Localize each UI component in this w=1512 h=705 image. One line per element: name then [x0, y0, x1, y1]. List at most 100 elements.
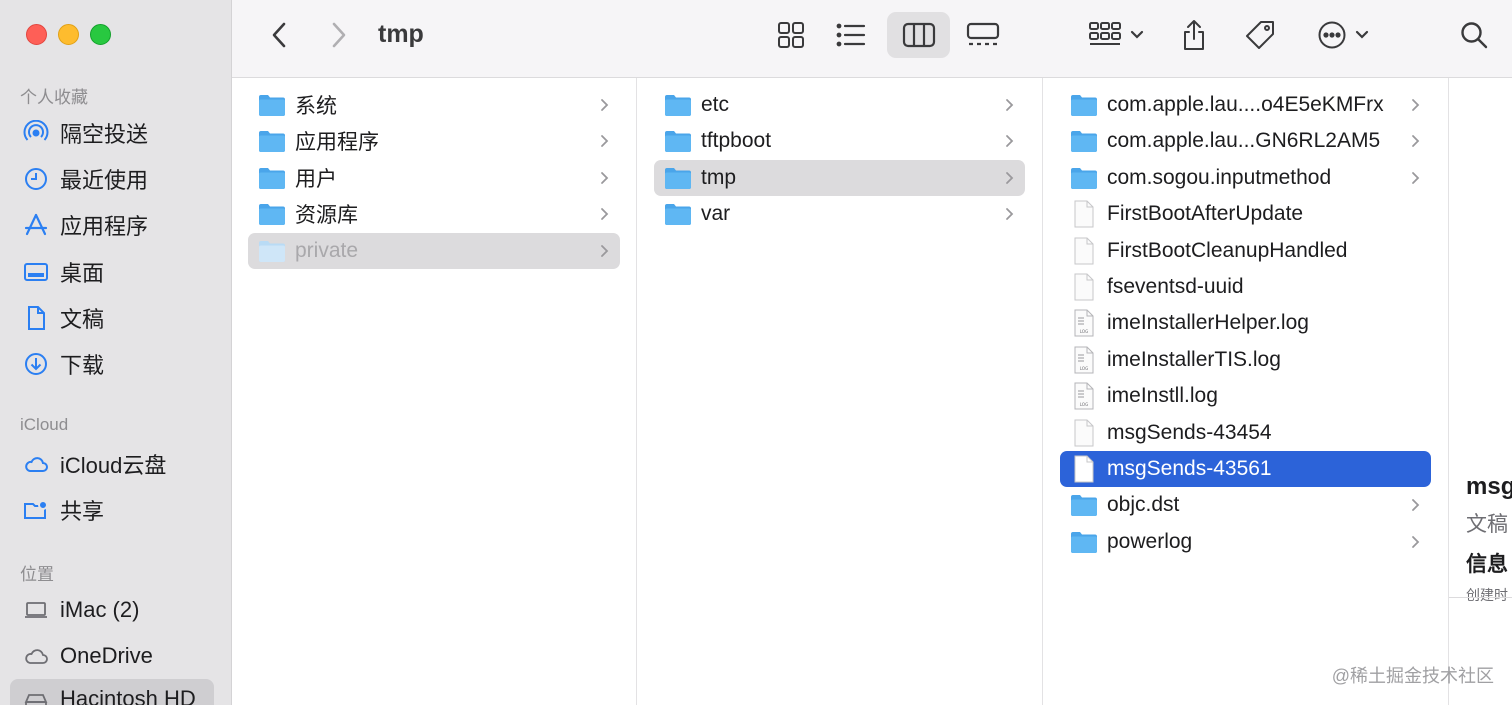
group-grid-icon [1089, 22, 1121, 45]
log-file-icon: LOG [1069, 346, 1099, 374]
row-label: imeInstll.log [1107, 384, 1218, 408]
preview-created-label: 创建时 [1466, 587, 1508, 603]
folder-icon [663, 164, 693, 192]
folder-icon [257, 164, 287, 192]
cloud-icon [22, 642, 50, 670]
chevron-right-icon [596, 170, 612, 186]
sidebar: 个人收藏 隔空投送 最近使用 应用程序 桌面 文稿 下载 iCloud iClo… [0, 0, 232, 705]
folder-row[interactable]: 应用程序 [248, 123, 620, 159]
sidebar-item-onedrive[interactable]: OneDrive [10, 636, 214, 676]
search-button[interactable] [1454, 14, 1494, 56]
file-row[interactable]: msgSends-43561 [1060, 451, 1431, 487]
row-label: msgSends-43561 [1107, 457, 1272, 480]
file-row[interactable]: msgSends-43454 [1060, 415, 1431, 451]
minimize-window-button[interactable] [58, 24, 79, 45]
folder-row[interactable]: private [248, 232, 620, 269]
icon-view-button[interactable] [768, 14, 814, 56]
laptop-icon [22, 596, 50, 624]
svg-text:LOG: LOG [1080, 329, 1088, 334]
preview-kind: 文稿 [1466, 513, 1508, 536]
window-title: tmp [378, 20, 424, 48]
folder-row[interactable]: tmp [654, 159, 1025, 196]
column-view-button[interactable] [887, 12, 950, 58]
folder-row[interactable]: objc.dst [1060, 487, 1431, 523]
folder-row[interactable]: var [654, 196, 1025, 232]
preview-pane: msg 文稿 信息 创建时 [1449, 78, 1512, 705]
folder-icon [257, 237, 287, 265]
close-window-button[interactable] [26, 24, 47, 45]
window-controls [26, 24, 111, 45]
folder-row[interactable]: com.apple.lau...GN6RL2AM5 [1060, 123, 1431, 159]
sidebar-item-label: iMac (2) [60, 597, 140, 622]
row-label: 系统 [295, 95, 337, 118]
folder-row[interactable]: tftpboot [654, 123, 1025, 159]
folder-row[interactable]: 用户 [248, 160, 620, 196]
folder-icon [1069, 491, 1099, 519]
group-by-button[interactable] [1084, 14, 1148, 56]
grid-icon [778, 22, 804, 48]
file-row[interactable]: LOG imeInstallerHelper.log [1060, 305, 1431, 341]
icloud-header: iCloud [20, 415, 69, 434]
folder-row[interactable]: etc [654, 87, 1025, 123]
sidebar-item-label: iCloud云盘 [60, 453, 167, 478]
more-actions-button[interactable] [1312, 14, 1374, 56]
share-button[interactable] [1176, 12, 1212, 58]
favorites-header: 个人收藏 [20, 88, 88, 107]
sidebar-item-imac[interactable]: iMac (2) [10, 590, 214, 630]
zoom-window-button[interactable] [90, 24, 111, 45]
folder-row[interactable]: powerlog [1060, 524, 1431, 560]
list-icon [836, 23, 866, 47]
forward-button[interactable] [322, 18, 356, 52]
sidebar-item-label: 应用程序 [60, 214, 149, 239]
sidebar-item-airdrop[interactable]: 隔空投送 [10, 113, 214, 153]
ellipsis-circle-icon [1318, 21, 1346, 49]
search-icon [1461, 22, 1488, 49]
sidebar-item-recents[interactable]: 最近使用 [10, 159, 214, 199]
file-row[interactable]: FirstBootAfterUpdate [1060, 196, 1431, 232]
file-row[interactable]: FirstBootCleanupHandled [1060, 233, 1431, 269]
file-row[interactable]: LOG imeInstll.log [1060, 378, 1431, 414]
sidebar-item-label: OneDrive [60, 643, 153, 668]
tags-button[interactable] [1240, 14, 1280, 56]
chevron-down-icon [1355, 30, 1369, 39]
toolbar: tmp [232, 0, 1512, 78]
chevron-left-icon [272, 22, 286, 48]
watermark: @稀土掘金技术社区 [1331, 666, 1494, 686]
log-file-icon: LOG [1069, 309, 1099, 337]
chevron-right-icon [1001, 133, 1017, 149]
sidebar-item-label: 共享 [60, 499, 105, 524]
row-label: com.apple.lau...GN6RL2AM5 [1107, 129, 1381, 153]
gallery-view-button[interactable] [960, 14, 1006, 56]
row-label: powerlog [1107, 529, 1193, 553]
share-icon [1184, 20, 1204, 50]
sidebar-item-label: Hacintosh HD [60, 686, 196, 705]
row-label: 用户 [295, 167, 337, 191]
file-row[interactable]: LOG imeInstallerTIS.log [1060, 342, 1431, 378]
file-icon [1069, 455, 1099, 483]
sidebar-item-desktop[interactable]: 桌面 [10, 252, 214, 292]
sidebar-item-label: 下载 [60, 353, 105, 378]
row-label: com.sogou.inputmethod [1107, 165, 1332, 189]
folder-icon [663, 127, 693, 155]
sidebar-item-hacintosh-hd[interactable]: Hacintosh HD [10, 679, 214, 705]
file-row[interactable]: fseventsd-uuid [1060, 269, 1431, 305]
list-view-button[interactable] [828, 14, 874, 56]
back-button[interactable] [262, 18, 296, 52]
folder-row[interactable]: com.apple.lau....o4E5eKMFrx [1060, 87, 1431, 123]
folder-row[interactable]: 资源库 [248, 196, 620, 232]
folder-row[interactable]: com.sogou.inputmethod [1060, 160, 1431, 196]
sidebar-item-icloud-drive[interactable]: iCloud云盘 [10, 444, 214, 484]
row-label: tmp [701, 165, 737, 189]
chevron-right-icon [1001, 206, 1017, 222]
browser-column-2: etc tftpboot tmp var [637, 78, 1043, 705]
sidebar-item-documents[interactable]: 文稿 [10, 298, 214, 338]
sidebar-item-applications[interactable]: 应用程序 [10, 205, 214, 245]
file-icon [1069, 200, 1099, 228]
sidebar-item-downloads[interactable]: 下载 [10, 344, 214, 384]
row-label: msgSends-43454 [1107, 420, 1272, 444]
sidebar-item-shared[interactable]: 共享 [10, 490, 214, 530]
folder-row[interactable]: 系统 [248, 87, 620, 123]
svg-text:LOG: LOG [1080, 366, 1088, 371]
row-label: 资源库 [295, 204, 358, 228]
folder-icon [257, 91, 287, 119]
